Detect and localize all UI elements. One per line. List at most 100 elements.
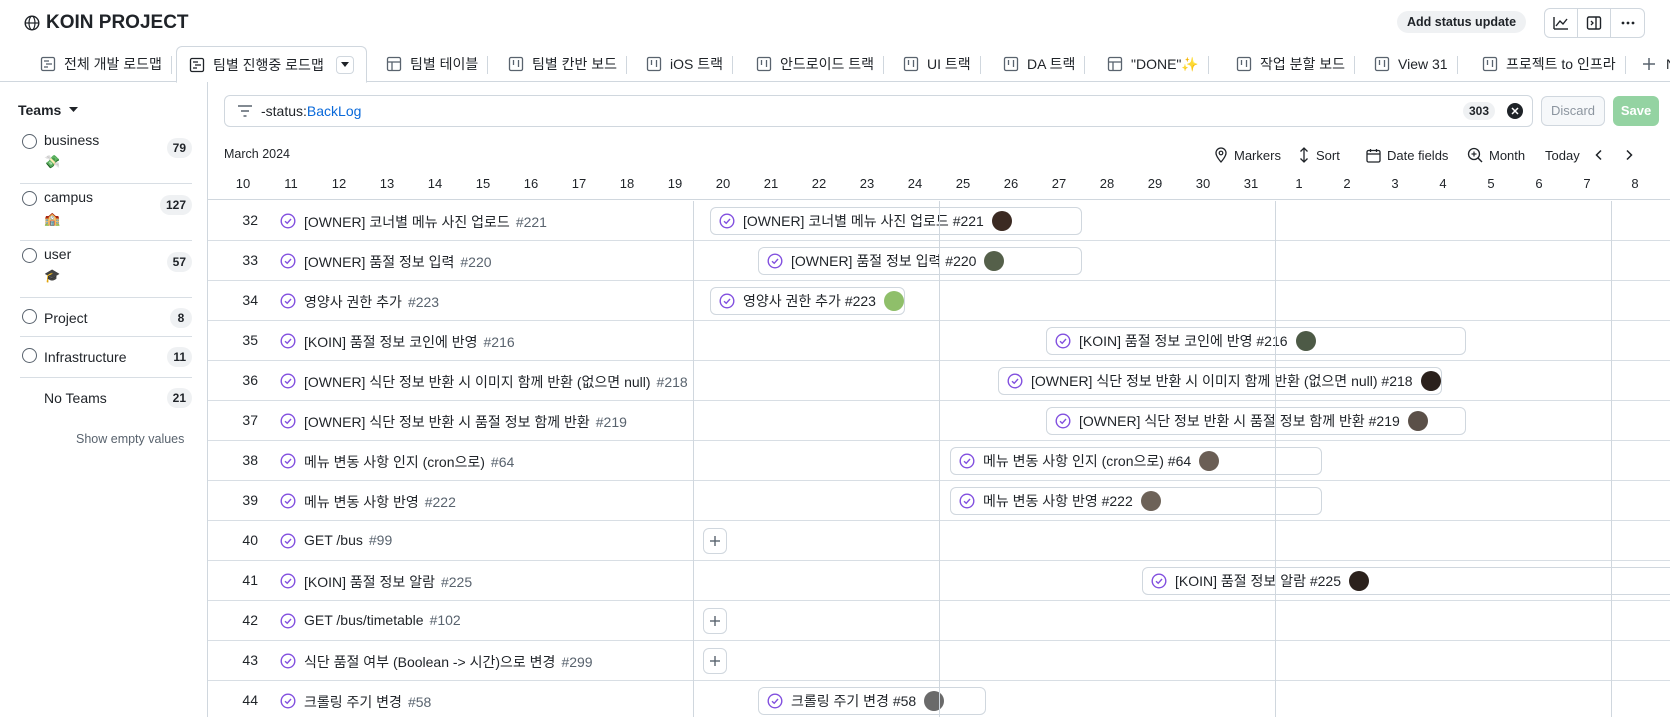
team-item-infrastructure[interactable]: Infrastructure 11 <box>20 338 192 378</box>
issue-title-link[interactable]: [OWNER] 식단 정보 반환 시 이미지 함께 반환 (없으면 null) #… <box>304 372 688 392</box>
roadmap-item-bar[interactable]: [KOIN] 품절 정보 코인에 반영 #216 <box>1046 327 1466 355</box>
roadmap-item-bar[interactable]: 영양사 권한 추가 #223 <box>710 287 905 315</box>
tab-roadmap-all[interactable]: 전체 개발 로드맵 <box>40 46 172 82</box>
previous-chevron-left-icon[interactable] <box>1594 144 1604 166</box>
day-label: 16 <box>523 176 539 191</box>
roadmap-item-bar[interactable]: [OWNER] 식단 정보 반환 시 품절 정보 함께 반환 #219 <box>1046 407 1466 435</box>
roadmap-icon <box>40 56 56 72</box>
assignee-avatar[interactable] <box>991 211 1012 231</box>
assignee-avatar[interactable] <box>984 251 1005 271</box>
issue-status-icon <box>959 453 975 469</box>
side-panel-icon[interactable] <box>1578 9 1611 37</box>
roadmap-item-bar[interactable]: [OWNER] 코너별 메뉴 사진 업로드 #221 <box>710 207 1082 235</box>
issue-number: #299 <box>561 654 593 670</box>
insights-icon[interactable] <box>1545 9 1578 37</box>
assignee-avatar[interactable] <box>924 691 945 711</box>
teams-group-header[interactable]: Teams <box>18 102 79 118</box>
globe-icon <box>24 15 40 31</box>
assignee-avatar[interactable] <box>1407 411 1428 431</box>
discard-button[interactable]: Discard <box>1541 96 1605 126</box>
assignee-avatar[interactable] <box>1199 451 1220 471</box>
issue-title-link[interactable]: [OWNER] 식단 정보 반환 시 품절 정보 함께 반환 #219 <box>304 412 627 432</box>
roadmap-item-bar[interactable]: 메뉴 변동 사항 인지 (cron으로) #64 <box>950 447 1322 475</box>
issue-title-link[interactable]: GET /bus #99 <box>304 532 392 548</box>
bar-label: [KOIN] 품절 정보 코인에 반영 #216 <box>1079 333 1288 349</box>
issue-status-icon <box>767 253 783 269</box>
day-label: 10 <box>235 176 251 191</box>
roadmap-item-bar[interactable]: 크롤링 주기 변경 #58 <box>758 687 986 715</box>
markers-button[interactable]: Markers <box>1214 144 1281 166</box>
tab-work-split-board[interactable]: 작업 분할 보드 <box>1236 46 1356 82</box>
add-date-plus-icon[interactable] <box>703 528 727 554</box>
radio-button[interactable] <box>22 348 37 363</box>
roadmap-item-bar[interactable]: [KOIN] 품절 정보 알람 #225 <box>1142 567 1670 595</box>
roadmap-item-bar[interactable]: [OWNER] 품절 정보 입력 #220 <box>758 247 1082 275</box>
tab-view-31[interactable]: View 31 <box>1374 46 1458 82</box>
issue-title-link[interactable]: [OWNER] 품절 정보 입력 #220 <box>304 252 492 272</box>
more-options-icon[interactable] <box>1611 9 1644 37</box>
tab-options-chevron-down-icon[interactable] <box>335 55 354 74</box>
issue-title-link[interactable]: [KOIN] 품절 정보 코인에 반영 #216 <box>304 332 515 352</box>
add-date-plus-icon[interactable] <box>703 648 727 674</box>
row-number: 38 <box>242 452 258 468</box>
issue-title-link[interactable]: 메뉴 변동 사항 반영 #222 <box>304 492 456 512</box>
day-label: 21 <box>763 176 779 191</box>
new-view-button[interactable]: N <box>1642 46 1670 82</box>
team-item-user[interactable]: user 🎓 57 <box>20 242 192 298</box>
issue-title-link[interactable]: [OWNER] 코너별 메뉴 사진 업로드 #221 <box>304 212 547 232</box>
issue-title-link[interactable]: 크롤링 주기 변경 #58 <box>304 692 431 712</box>
assignee-avatar[interactable] <box>883 291 904 311</box>
tab-project-to-infra[interactable]: 프로젝트 to 인프라 <box>1482 46 1626 82</box>
tab-done[interactable]: "DONE"✨ <box>1107 46 1209 82</box>
radio-button[interactable] <box>22 248 37 263</box>
zoom-month-button[interactable]: Month <box>1467 144 1525 166</box>
tab-ios-track[interactable]: iOS 트랙 <box>646 46 733 82</box>
tab-team-kanban[interactable]: 팀별 칸반 보드 <box>508 46 628 82</box>
bar-label: [OWNER] 식단 정보 반환 시 품절 정보 함께 반환 #219 <box>1079 413 1400 429</box>
save-button[interactable]: Save <box>1613 96 1659 126</box>
team-item-no-teams[interactable]: No Teams 21 <box>20 379 192 419</box>
tab-team-table[interactable]: 팀별 테이블 <box>386 46 489 82</box>
day-label: 11 <box>284 176 298 191</box>
team-item-campus[interactable]: campus 🏫 127 <box>20 185 192 241</box>
assignee-avatar[interactable] <box>1349 571 1369 591</box>
issue-title-link[interactable]: 식단 품절 여부 (Boolean -> 시간)으로 변경 #299 <box>304 652 593 672</box>
tab-da-track[interactable]: DA 트랙 <box>1003 46 1086 82</box>
next-chevron-right-icon[interactable] <box>1624 144 1634 166</box>
issue-title-link[interactable]: 영양사 권한 추가 #223 <box>304 292 439 312</box>
assignee-avatar[interactable] <box>1140 491 1161 511</box>
radio-button[interactable] <box>22 191 37 206</box>
sort-button[interactable]: Sort <box>1298 144 1340 166</box>
add-date-plus-icon[interactable] <box>703 608 727 634</box>
tab-ui-track[interactable]: UI 트랙 <box>903 46 981 82</box>
date-fields-button[interactable]: Date fields <box>1366 144 1448 166</box>
roadmap-item-bar[interactable]: 메뉴 변동 사항 반영 #222 <box>950 487 1322 515</box>
day-label: 26 <box>1003 176 1019 191</box>
issue-status-icon <box>1055 413 1071 429</box>
show-empty-values-link[interactable]: Show empty values <box>76 432 184 446</box>
assignee-avatar[interactable] <box>1295 331 1316 351</box>
add-status-update-button[interactable]: Add status update <box>1397 11 1527 33</box>
issue-title-link[interactable]: [KOIN] 품절 정보 알람 #225 <box>304 572 472 592</box>
team-item-business[interactable]: business 💸 79 <box>20 128 192 184</box>
team-item-project[interactable]: Project 8 <box>20 299 192 337</box>
radio-button[interactable] <box>22 134 37 149</box>
today-button[interactable]: Today <box>1545 144 1580 166</box>
teams-sidebar: Teams business 💸 79 campus 🏫 127 user 🎓 … <box>0 82 208 717</box>
day-label: 17 <box>571 176 587 191</box>
calendar-icon <box>1366 148 1381 163</box>
day-label: 31 <box>1243 176 1259 191</box>
radio-button[interactable] <box>22 309 37 324</box>
filter-input[interactable]: -status:BackLog 303 <box>224 95 1533 127</box>
issue-title-link[interactable]: 메뉴 변동 사항 인지 (cron으로) #64 <box>304 452 514 472</box>
day-label: 4 <box>1439 176 1447 191</box>
roadmap-item-bar[interactable]: [OWNER] 식단 정보 반환 시 이미지 함께 반환 (없으면 null) … <box>998 367 1442 395</box>
tab-android-track[interactable]: 안드로이드 트랙 <box>756 46 885 82</box>
tab-roadmap-team-active[interactable]: 팀별 진행중 로드맵 <box>176 46 367 83</box>
count-badge: 127 <box>159 195 192 215</box>
week-divider <box>1611 201 1612 717</box>
clear-filter-icon[interactable] <box>1507 103 1523 119</box>
assignee-avatar[interactable] <box>1420 371 1441 391</box>
row-number: 43 <box>242 652 258 668</box>
issue-title-link[interactable]: GET /bus/timetable #102 <box>304 612 461 628</box>
